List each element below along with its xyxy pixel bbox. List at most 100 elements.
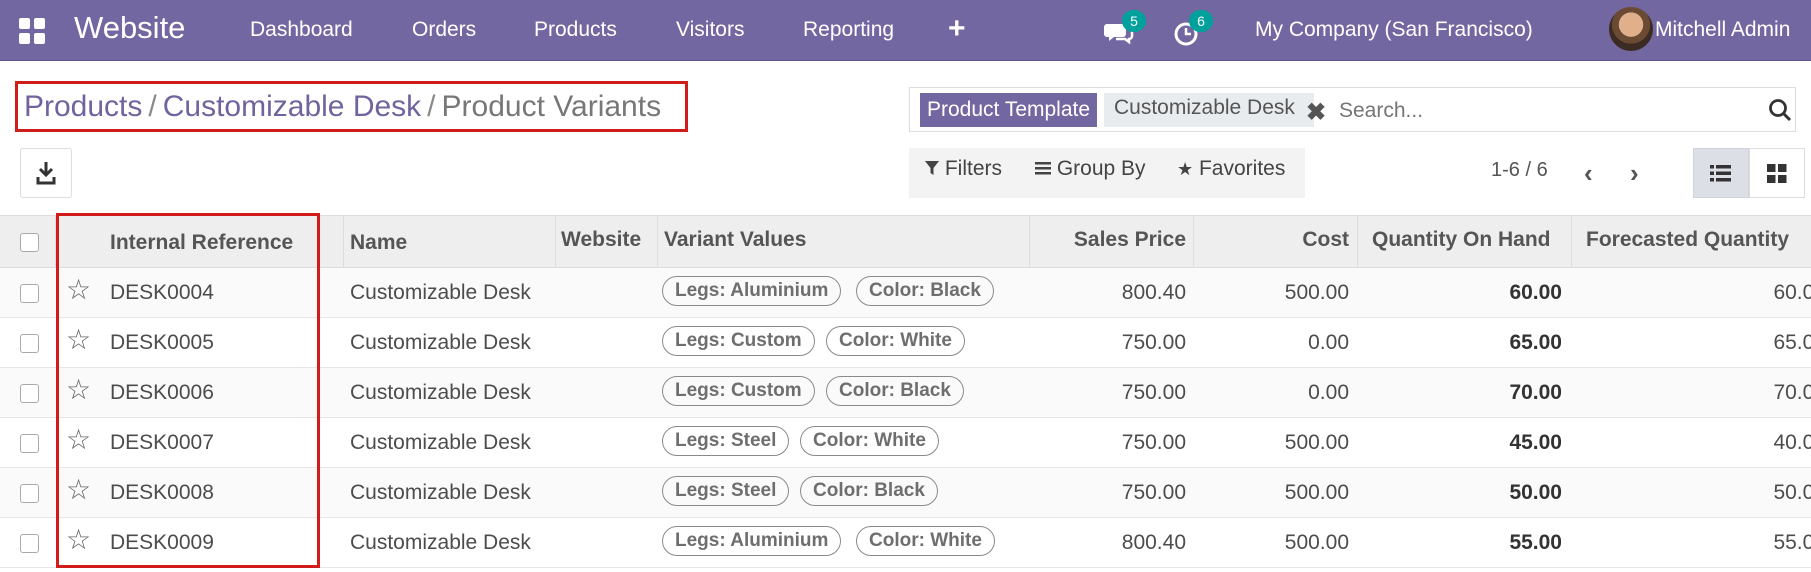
favorite-star-icon[interactable]: ☆ bbox=[66, 276, 91, 304]
breadcrumb-products[interactable]: Products bbox=[24, 90, 142, 123]
search-icon[interactable] bbox=[1767, 97, 1793, 123]
cell-quantity-on-hand: 65.00 bbox=[1509, 331, 1562, 354]
variant-value-tag: Legs: Custom bbox=[662, 376, 815, 406]
cell-forecasted-quantity: 65.00 bbox=[1773, 331, 1811, 354]
table-row[interactable]: ☆ DESK0004 Customizable Desk Legs: Aluminiu… bbox=[0, 268, 1811, 318]
select-all-checkbox[interactable] bbox=[20, 233, 39, 252]
menu-dashboard[interactable]: Dashboard bbox=[250, 18, 353, 42]
favorites-button[interactable]: ★ Favorites bbox=[1177, 157, 1285, 181]
filters-label: Filters bbox=[944, 157, 1003, 180]
group-by-button[interactable]: Group By bbox=[1035, 157, 1146, 181]
favorite-star-icon[interactable]: ☆ bbox=[66, 476, 91, 504]
favorite-star-icon[interactable]: ☆ bbox=[66, 426, 91, 454]
header-internal-reference[interactable]: Internal Reference bbox=[110, 231, 293, 255]
table-body: ☆ DESK0004 Customizable Desk Legs: Aluminiu… bbox=[0, 268, 1811, 572]
row-checkbox[interactable] bbox=[20, 434, 39, 453]
favorite-star-icon[interactable]: ☆ bbox=[66, 326, 91, 354]
table-row[interactable]: ☆ DESK0007 Customizable Desk Legs: Steel Col… bbox=[0, 418, 1811, 468]
cell-cost: 500.00 bbox=[1284, 481, 1349, 504]
download-button[interactable] bbox=[20, 148, 72, 198]
cell-internal-reference: DESK0005 bbox=[110, 331, 214, 354]
group-by-label: Group By bbox=[1056, 157, 1146, 180]
variant-value-tag: Legs: Custom bbox=[662, 326, 815, 356]
apps-menu-icon[interactable] bbox=[19, 18, 46, 45]
cell-cost: 500.00 bbox=[1284, 281, 1349, 304]
favorite-star-icon[interactable]: ☆ bbox=[66, 526, 91, 554]
chat-icon[interactable]: 5 bbox=[1104, 10, 1146, 48]
filter-bar: Filters Group By ★ Favorites bbox=[909, 148, 1305, 198]
breadcrumb: Products / Customizable Desk / Product Varia… bbox=[15, 81, 688, 132]
avatar[interactable] bbox=[1609, 7, 1653, 51]
row-checkbox[interactable] bbox=[20, 334, 39, 353]
menu-orders[interactable]: Orders bbox=[412, 18, 476, 42]
row-checkbox[interactable] bbox=[20, 284, 39, 303]
cell-internal-reference: DESK0008 bbox=[110, 481, 214, 504]
filter-icon bbox=[925, 161, 939, 175]
table-header: Internal Reference Name Website Variant … bbox=[0, 215, 1811, 268]
cell-sales-price: 750.00 bbox=[1121, 481, 1186, 504]
cell-sales-price: 750.00 bbox=[1121, 431, 1186, 454]
row-checkbox[interactable] bbox=[20, 484, 39, 503]
plus-icon[interactable]: + bbox=[948, 12, 966, 46]
cell-name: Customizable Desk bbox=[350, 331, 531, 354]
menu-visitors[interactable]: Visitors bbox=[676, 18, 744, 42]
activities-badge: 6 bbox=[1189, 10, 1213, 32]
filters-button[interactable]: Filters bbox=[925, 157, 1002, 181]
row-checkbox[interactable] bbox=[20, 384, 39, 403]
variant-value-tag: Color: White bbox=[856, 526, 995, 556]
variant-value-tag: Color: Black bbox=[800, 476, 938, 506]
table-row[interactable]: ☆ DESK0008 Customizable Desk Legs: Steel Col… bbox=[0, 468, 1811, 518]
cell-quantity-on-hand: 55.00 bbox=[1509, 531, 1562, 554]
breadcrumb-separator: / bbox=[427, 90, 436, 123]
breadcrumb-customizable-desk[interactable]: Customizable Desk bbox=[163, 90, 421, 123]
variant-value-tag: Color: Black bbox=[856, 276, 994, 306]
variant-value-tag: Legs: Steel bbox=[662, 476, 790, 506]
menu-products[interactable]: Products bbox=[534, 18, 617, 42]
facet-remove-icon[interactable]: ✖ bbox=[1306, 98, 1326, 127]
table-row[interactable]: ☆ DESK0006 Customizable Desk Legs: Custom Co… bbox=[0, 368, 1811, 418]
header-sales-price[interactable]: Sales Price bbox=[1040, 228, 1186, 252]
clock-icon[interactable]: 6 bbox=[1172, 10, 1213, 48]
cell-name: Customizable Desk bbox=[350, 531, 531, 554]
cell-forecasted-quantity: 60.00 bbox=[1773, 281, 1811, 304]
search-bar: Product Template Customizable Desk ✖ bbox=[909, 87, 1796, 132]
favorite-star-icon[interactable]: ☆ bbox=[66, 376, 91, 404]
row-checkbox[interactable] bbox=[20, 534, 39, 553]
cell-name: Customizable Desk bbox=[350, 381, 531, 404]
header-variant-values[interactable]: Variant Values bbox=[664, 228, 806, 252]
header-quantity-on-hand[interactable]: Quantity On Hand bbox=[1372, 228, 1551, 252]
table-row[interactable]: ☆ DESK0009 Customizable Desk Legs: Aluminiu… bbox=[0, 518, 1811, 568]
search-input[interactable] bbox=[1337, 93, 1741, 129]
variant-value-tag: Color: Black bbox=[826, 376, 964, 406]
kanban-view-icon bbox=[1767, 164, 1787, 183]
cell-cost: 500.00 bbox=[1284, 531, 1349, 554]
cell-cost: 0.00 bbox=[1308, 331, 1349, 354]
list-view-button[interactable] bbox=[1693, 148, 1749, 198]
cell-quantity-on-hand: 60.00 bbox=[1509, 281, 1562, 304]
download-icon bbox=[36, 162, 56, 185]
header-website[interactable]: Website bbox=[561, 228, 641, 252]
header-forecasted-quantity[interactable]: Forecasted Quantity bbox=[1586, 228, 1789, 252]
user-menu[interactable]: Mitchell Admin bbox=[1655, 18, 1790, 42]
menu-reporting[interactable]: Reporting bbox=[803, 18, 894, 42]
cell-sales-price: 750.00 bbox=[1121, 331, 1186, 354]
pager-previous-icon[interactable]: ‹ bbox=[1584, 158, 1593, 189]
cell-forecasted-quantity: 40.00 bbox=[1773, 431, 1811, 454]
cell-quantity-on-hand: 70.00 bbox=[1509, 381, 1562, 404]
top-navbar: Website Dashboard Orders Products Visito… bbox=[0, 0, 1811, 61]
kanban-view-button[interactable] bbox=[1749, 148, 1805, 198]
variant-value-tag: Color: White bbox=[826, 326, 965, 356]
cell-quantity-on-hand: 45.00 bbox=[1509, 431, 1562, 454]
header-name[interactable]: Name bbox=[350, 231, 407, 255]
cell-name: Customizable Desk bbox=[350, 481, 531, 504]
cell-forecasted-quantity: 55.00 bbox=[1773, 531, 1811, 554]
header-cost[interactable]: Cost bbox=[1200, 228, 1349, 252]
cell-internal-reference: DESK0006 bbox=[110, 381, 214, 404]
pager-next-icon[interactable]: › bbox=[1630, 158, 1639, 189]
pager-value[interactable]: 1-6 / 6 bbox=[1491, 159, 1548, 182]
table-row[interactable]: ☆ DESK0005 Customizable Desk Legs: Custom Co… bbox=[0, 318, 1811, 368]
app-name[interactable]: Website bbox=[74, 10, 185, 46]
cell-name: Customizable Desk bbox=[350, 431, 531, 454]
company-switcher[interactable]: My Company (San Francisco) bbox=[1255, 18, 1533, 42]
list-view-icon bbox=[1710, 165, 1731, 182]
